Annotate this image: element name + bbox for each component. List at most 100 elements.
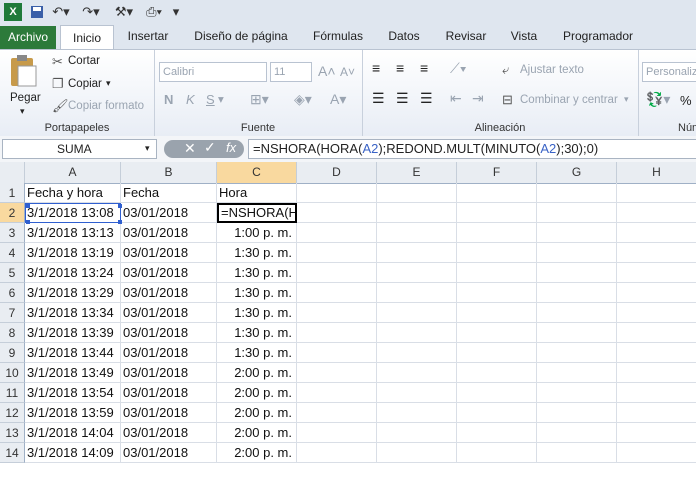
cell-e13[interactable]: [377, 423, 457, 443]
redo-icon[interactable]: ↷▾: [80, 3, 102, 21]
cell-g14[interactable]: [537, 443, 617, 463]
cell-h7[interactable]: [617, 303, 696, 323]
row-header-5[interactable]: 5: [0, 263, 25, 283]
cell-b13[interactable]: 03/01/2018: [121, 423, 217, 443]
cell-h1[interactable]: [617, 183, 696, 203]
cell-e8[interactable]: [377, 323, 457, 343]
cell-d13[interactable]: [297, 423, 377, 443]
cell-d3[interactable]: [297, 223, 377, 243]
tab-inicio[interactable]: Inicio: [60, 25, 114, 50]
cell-e2[interactable]: [377, 203, 457, 223]
cell-e12[interactable]: [377, 403, 457, 423]
align-top-icon[interactable]: ≡: [372, 60, 380, 76]
cell-g5[interactable]: [537, 263, 617, 283]
cell-e6[interactable]: [377, 283, 457, 303]
cell-d14[interactable]: [297, 443, 377, 463]
cell-a9[interactable]: 3/1/2018 13:44: [25, 343, 121, 363]
column-header-a[interactable]: A: [25, 162, 121, 183]
row-header-4[interactable]: 4: [0, 243, 25, 263]
shrink-font-icon[interactable]: A˅: [340, 65, 355, 79]
grow-font-icon[interactable]: A˄: [318, 63, 336, 79]
column-header-e[interactable]: E: [377, 162, 457, 183]
font-size-input[interactable]: 11: [270, 62, 312, 82]
merge-center-button[interactable]: Combinar y centrar: [520, 94, 618, 106]
cell-e3[interactable]: [377, 223, 457, 243]
cell-h14[interactable]: [617, 443, 696, 463]
cell-g8[interactable]: [537, 323, 617, 343]
tab-datos[interactable]: Datos: [380, 24, 428, 49]
increase-indent-icon[interactable]: ⇥: [472, 90, 484, 107]
row-header-8[interactable]: 8: [0, 323, 25, 343]
cell-c13[interactable]: 2:00 p. m.: [217, 423, 297, 443]
cell-b12[interactable]: 03/01/2018: [121, 403, 217, 423]
row-header-11[interactable]: 11: [0, 383, 25, 403]
tab-insertar[interactable]: Insertar: [120, 24, 176, 49]
cell-f3[interactable]: [457, 223, 537, 243]
excel-icon[interactable]: X: [4, 3, 22, 21]
cell-d2[interactable]: [297, 203, 377, 223]
cell-d4[interactable]: [297, 243, 377, 263]
column-header-c[interactable]: C: [217, 162, 297, 183]
cell-b10[interactable]: 03/01/2018: [121, 363, 217, 383]
tab-revisar[interactable]: Revisar: [438, 24, 494, 49]
tab-formulas[interactable]: Fórmulas: [306, 24, 370, 49]
cell-f4[interactable]: [457, 243, 537, 263]
cell-c10[interactable]: 2:00 p. m.: [217, 363, 297, 383]
cell-f9[interactable]: [457, 343, 537, 363]
cell-b5[interactable]: 03/01/2018: [121, 263, 217, 283]
cell-c5[interactable]: 1:30 p. m.: [217, 263, 297, 283]
merge-dropdown-icon[interactable]: ▾: [624, 94, 629, 105]
cell-f2[interactable]: [457, 203, 537, 223]
cell-g11[interactable]: [537, 383, 617, 403]
cell-a7[interactable]: 3/1/2018 13:34: [25, 303, 121, 323]
cell-f5[interactable]: [457, 263, 537, 283]
row-header-12[interactable]: 12: [0, 403, 25, 423]
cell-a1[interactable]: Fecha y hora: [25, 183, 121, 203]
cell-a3[interactable]: 3/1/2018 13:13: [25, 223, 121, 243]
column-header-b[interactable]: B: [121, 162, 217, 183]
wrap-text-button[interactable]: Ajustar texto: [520, 64, 584, 76]
cell-c2[interactable]: =NSHORA(H(: [217, 203, 297, 223]
cell-c1[interactable]: Hora: [217, 183, 297, 203]
cell-h3[interactable]: [617, 223, 696, 243]
align-right-icon[interactable]: ☰: [420, 90, 433, 107]
cell-c7[interactable]: 1:30 p. m.: [217, 303, 297, 323]
cell-a5[interactable]: 3/1/2018 13:24: [25, 263, 121, 283]
currency-icon[interactable]: 💱▾: [646, 91, 670, 108]
cell-g9[interactable]: [537, 343, 617, 363]
copy-dropdown-icon[interactable]: ▾: [106, 78, 111, 89]
cell-f1[interactable]: [457, 183, 537, 203]
cell-h9[interactable]: [617, 343, 696, 363]
cell-f12[interactable]: [457, 403, 537, 423]
paste-dropdown-icon[interactable]: ▾: [20, 106, 25, 117]
cut-button[interactable]: Cortar: [68, 55, 100, 67]
cell-a4[interactable]: 3/1/2018 13:19: [25, 243, 121, 263]
percent-button[interactable]: %: [680, 93, 692, 108]
cell-e10[interactable]: [377, 363, 457, 383]
cell-g1[interactable]: [537, 183, 617, 203]
cell-h8[interactable]: [617, 323, 696, 343]
cell-a2[interactable]: 3/1/2018 13:08: [25, 203, 121, 223]
cell-h10[interactable]: [617, 363, 696, 383]
underline-button[interactable]: S: [206, 92, 215, 107]
cell-g13[interactable]: [537, 423, 617, 443]
cell-f8[interactable]: [457, 323, 537, 343]
cell-f11[interactable]: [457, 383, 537, 403]
cell-g6[interactable]: [537, 283, 617, 303]
copy-button[interactable]: Copiar: [68, 78, 102, 90]
align-bottom-icon[interactable]: ≡: [420, 60, 428, 76]
number-format-input[interactable]: Personaliza: [642, 62, 696, 82]
align-left-icon[interactable]: ☰: [372, 90, 385, 107]
column-header-d[interactable]: D: [297, 162, 377, 183]
select-all-corner[interactable]: [0, 162, 25, 183]
cell-d9[interactable]: [297, 343, 377, 363]
format-painter-icon[interactable]: ⚒▾: [112, 3, 136, 21]
paste-button[interactable]: Pegar: [10, 92, 41, 104]
underline-dropdown-icon[interactable]: ▾: [218, 92, 224, 106]
cell-d1[interactable]: [297, 183, 377, 203]
fill-color-icon[interactable]: ◈▾: [294, 91, 312, 108]
tab-archivo[interactable]: Archivo: [0, 26, 56, 49]
cell-b8[interactable]: 03/01/2018: [121, 323, 217, 343]
column-header-h[interactable]: H: [617, 162, 696, 183]
cell-a10[interactable]: 3/1/2018 13:49: [25, 363, 121, 383]
